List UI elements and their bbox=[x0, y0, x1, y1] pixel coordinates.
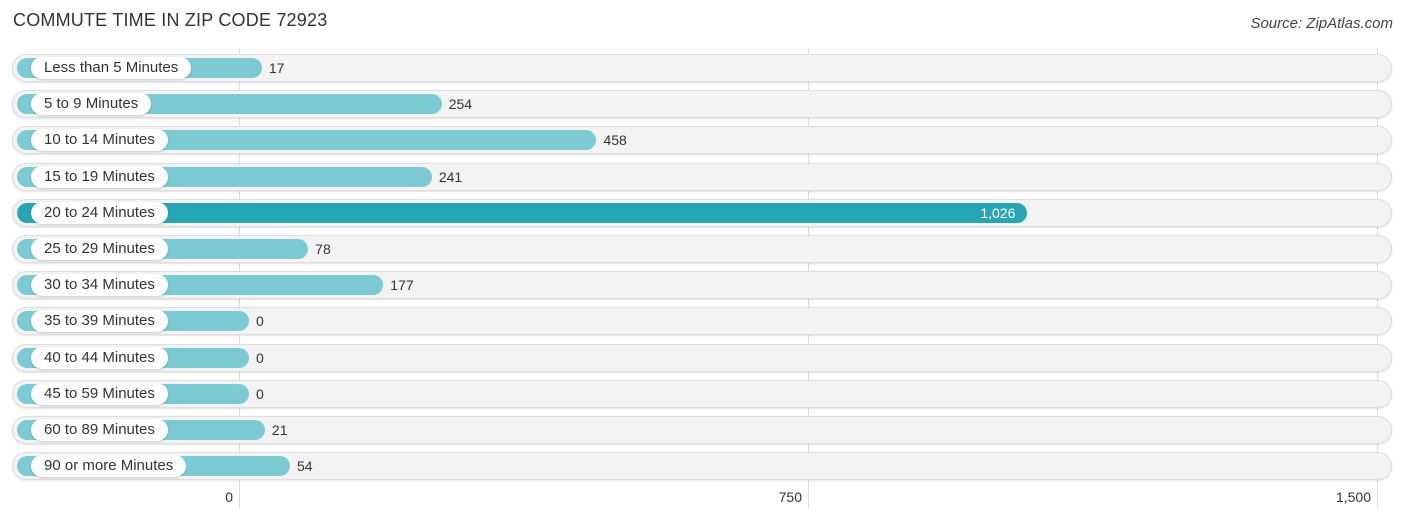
category-label: 15 to 19 Minutes bbox=[31, 165, 168, 188]
x-tick-label: 750 bbox=[778, 489, 802, 505]
value-label: 0 bbox=[256, 349, 264, 366]
bar-chart: 0 750 1,500 Less than 5 Minutes 17 5 to 9 Min… bbox=[0, 0, 1406, 522]
value-label: 78 bbox=[315, 241, 331, 257]
value-label: 458 bbox=[603, 132, 627, 149]
value-label: 177 bbox=[390, 277, 414, 294]
value-label: 21 bbox=[271, 422, 288, 438]
category-label: 5 to 9 Minutes bbox=[31, 93, 152, 116]
value-label: 17 bbox=[268, 60, 285, 76]
category-label: 30 to 34 Minutes bbox=[31, 274, 168, 297]
category-label: 45 to 59 Minutes bbox=[31, 382, 168, 405]
value-label: 54 bbox=[296, 458, 313, 475]
bar[interactable] bbox=[17, 202, 1028, 223]
category-label: 35 to 39 Minutes bbox=[31, 310, 168, 333]
category-label: 20 to 24 Minutes bbox=[31, 201, 168, 224]
value-label: 1,026 bbox=[980, 204, 1016, 221]
value-label: 254 bbox=[448, 96, 473, 113]
value-label: 0 bbox=[256, 313, 264, 330]
value-label: 241 bbox=[438, 168, 463, 185]
category-label: 25 to 29 Minutes bbox=[31, 238, 168, 260]
category-label: 40 to 44 Minutes bbox=[31, 346, 168, 369]
x-tick-label: 1,500 bbox=[1335, 489, 1371, 505]
x-tick-label: 0 bbox=[225, 489, 233, 505]
category-label: 10 to 14 Minutes bbox=[31, 129, 168, 152]
value-label: 0 bbox=[256, 385, 264, 402]
category-label: Less than 5 Minutes bbox=[31, 57, 192, 79]
category-label: 90 or more Minutes bbox=[31, 455, 187, 478]
category-label: 60 to 89 Minutes bbox=[31, 419, 168, 441]
